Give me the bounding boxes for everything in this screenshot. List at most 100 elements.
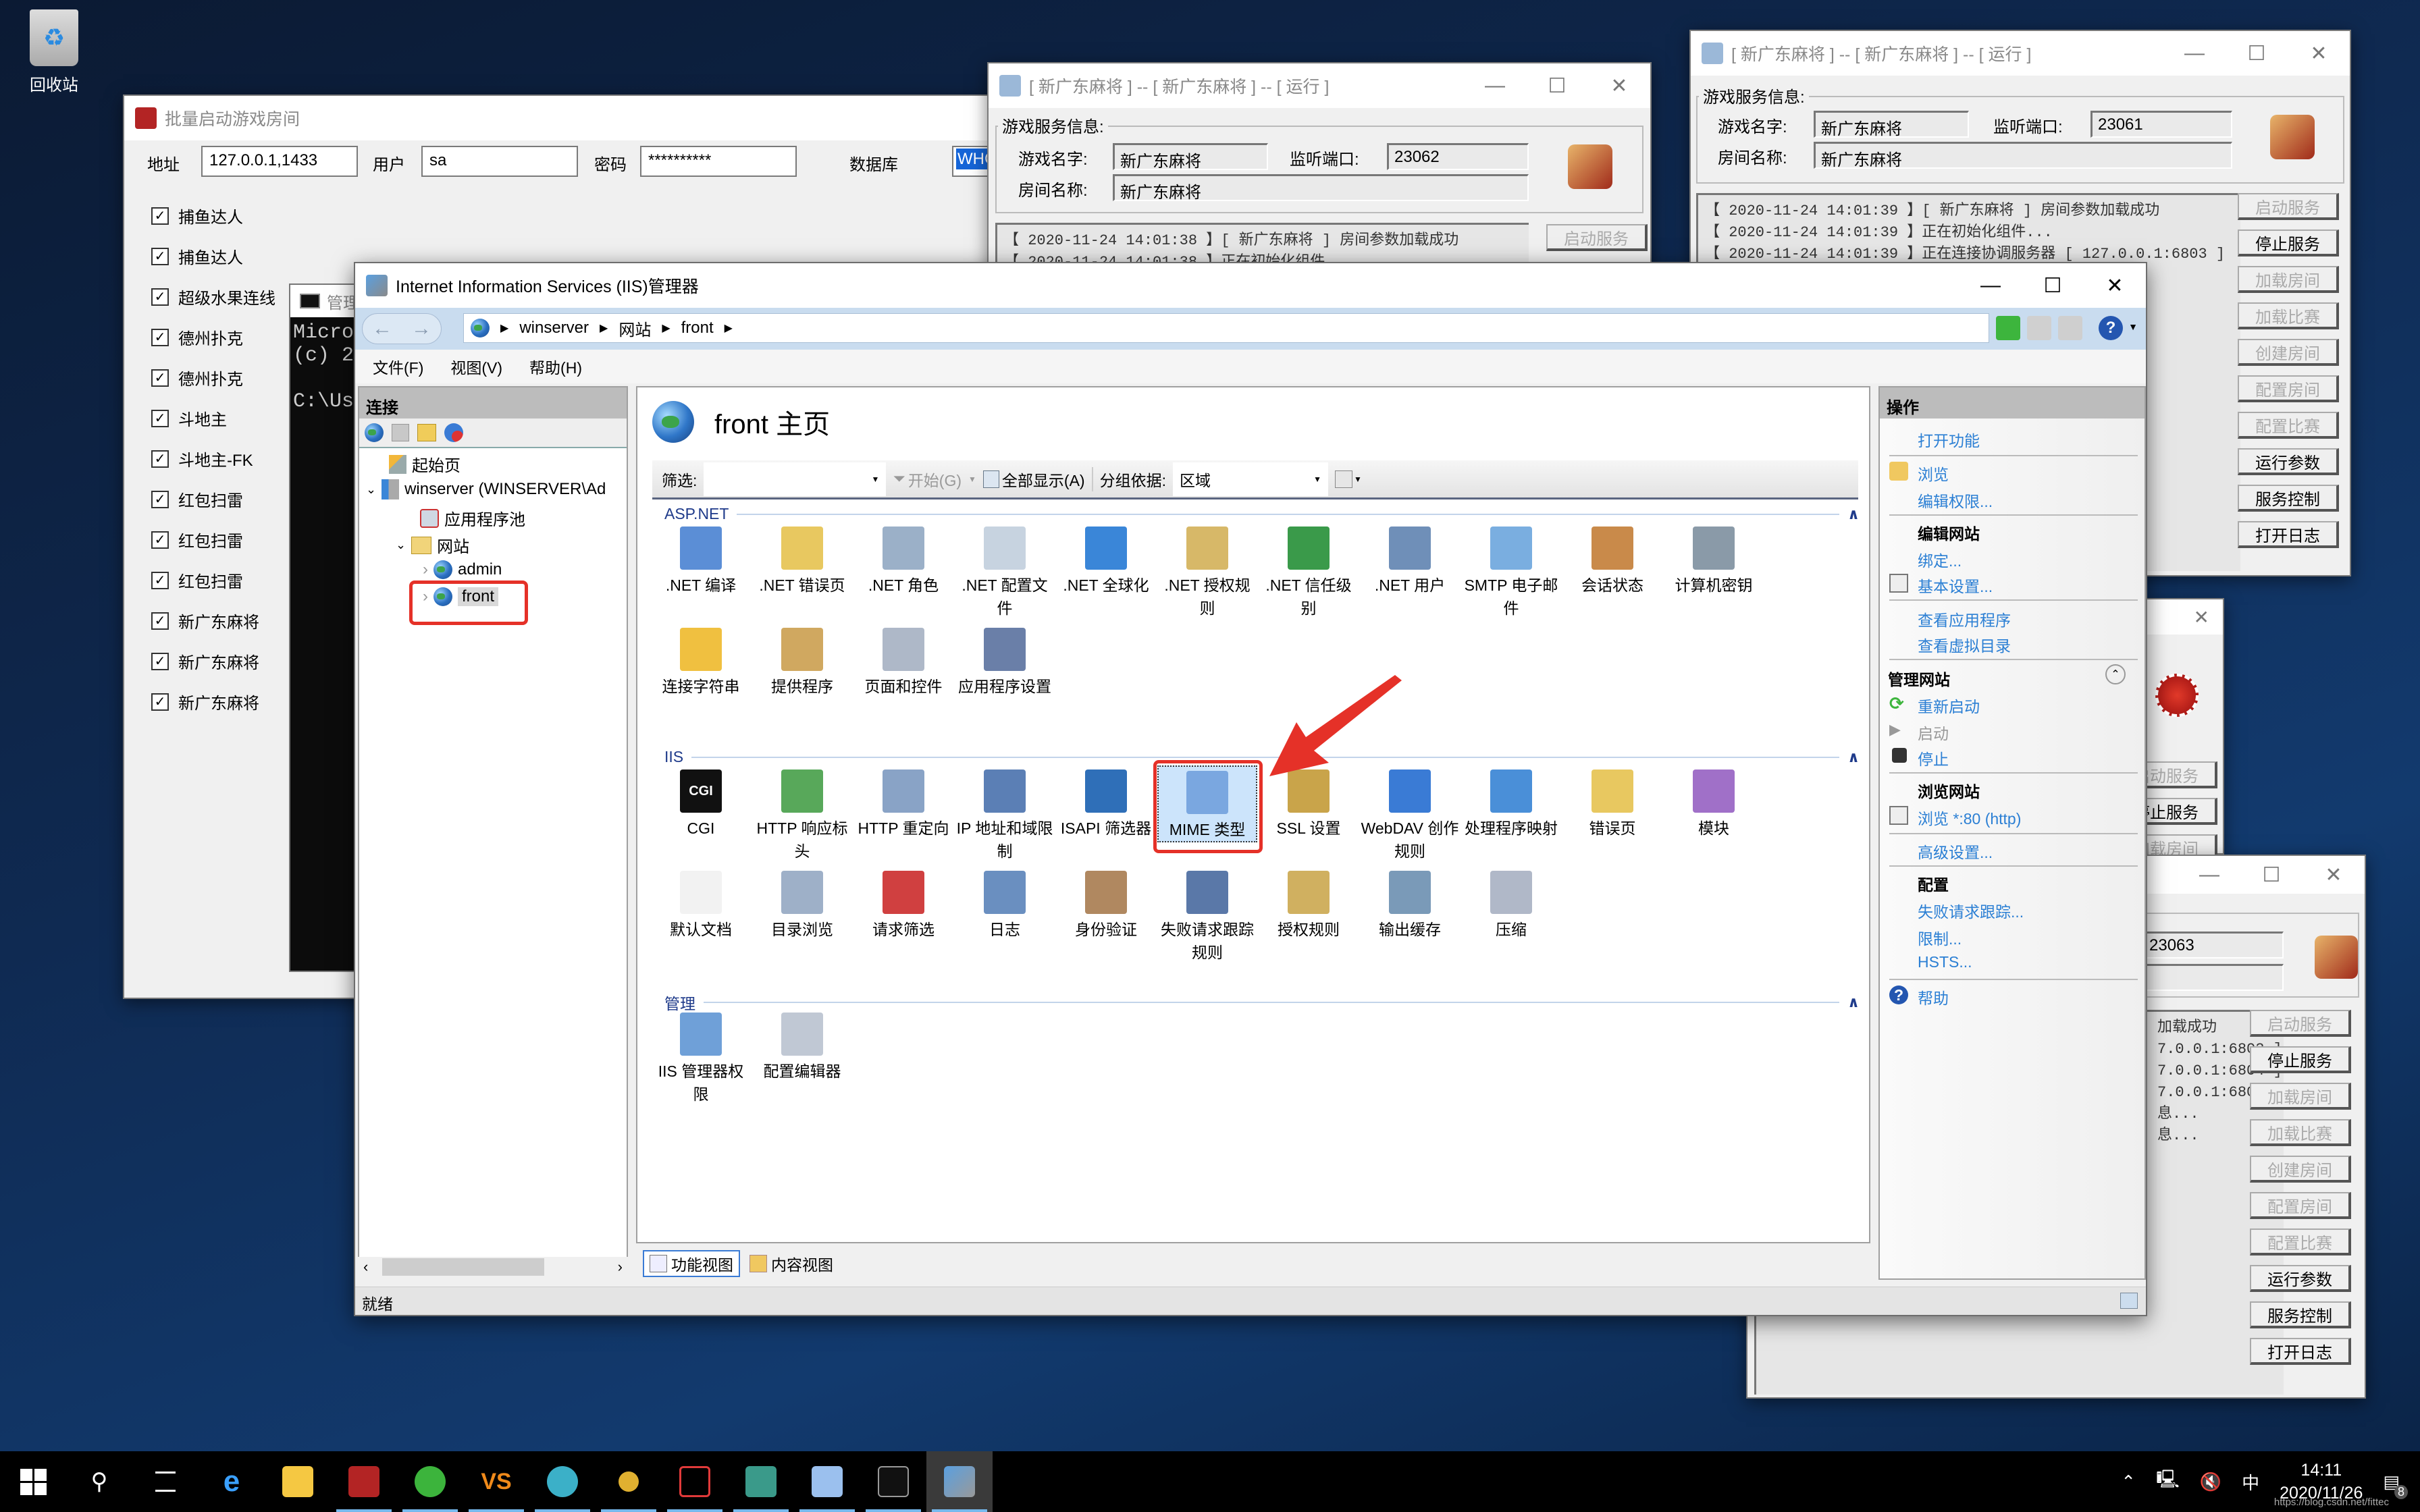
refresh-icon[interactable] — [1996, 316, 2020, 340]
feature-item[interactable]: 身份验证 — [1056, 867, 1156, 941]
action-basic-settings[interactable]: 基本设置... — [1918, 574, 1993, 597]
feature-item[interactable]: SSL 设置 — [1259, 765, 1359, 840]
checkbox-icon[interactable]: ✓ — [151, 490, 169, 508]
user-input[interactable]: sa — [421, 146, 578, 177]
action-start[interactable]: 启动 — [1918, 721, 1949, 744]
close-button[interactable]: ✕ — [2084, 263, 2146, 308]
feature-item[interactable]: 会话状态 — [1562, 522, 1662, 597]
action-stop[interactable]: 停止 — [1918, 747, 1949, 770]
feature-item[interactable]: .NET 配置文件 — [955, 522, 1055, 620]
volume-muted-icon[interactable]: 🔇 — [2200, 1472, 2221, 1492]
feature-item[interactable]: 页面和控件 — [853, 624, 953, 698]
taskbar-cmd[interactable] — [860, 1451, 926, 1512]
taskbar-batch-start[interactable] — [331, 1451, 397, 1512]
feature-item[interactable]: IIS 管理器权限 — [651, 1008, 751, 1106]
chevron-down-icon[interactable]: ⌄ — [366, 483, 376, 497]
service-button[interactable]: 配置房间 — [2250, 1192, 2351, 1219]
recycle-bin[interactable]: ♻ 回收站 — [14, 9, 95, 95]
taskbar-chat[interactable] — [529, 1451, 596, 1512]
checkbox-icon[interactable]: ✓ — [151, 450, 169, 468]
game-checkbox[interactable]: ✓ 新广东麻将 — [151, 690, 259, 713]
action-hsts[interactable]: HSTS... — [1918, 953, 1972, 971]
feature-item[interactable]: .NET 全球化 — [1056, 522, 1156, 597]
feature-item[interactable]: .NET 信任级别 — [1259, 522, 1359, 620]
feature-item[interactable]: CGI CGI — [651, 765, 751, 840]
feature-group-header[interactable]: ASP.NET ∧ — [664, 505, 1860, 523]
service-button[interactable]: 启动服务 — [2238, 193, 2339, 220]
stop-icon[interactable] — [2027, 316, 2051, 340]
service-button[interactable]: 停止服务 — [2250, 1046, 2351, 1073]
game-checkbox[interactable]: ✓ 斗地主-FK — [151, 447, 253, 470]
feature-item[interactable]: 处理程序映射 — [1461, 765, 1561, 840]
service-button[interactable]: 加载比赛 — [2250, 1119, 2351, 1146]
service-button[interactable]: 配置比赛 — [2250, 1228, 2351, 1256]
minimize-button[interactable]: — — [1959, 263, 2022, 308]
service-button[interactable]: 打开日志 — [2250, 1338, 2351, 1365]
game-checkbox[interactable]: ✓ 斗地主 — [151, 406, 227, 430]
feature-item[interactable]: 配置编辑器 — [752, 1008, 852, 1083]
home-icon[interactable] — [2058, 316, 2082, 340]
checkbox-icon[interactable]: ✓ — [151, 531, 169, 549]
feature-item[interactable]: 授权规则 — [1259, 867, 1359, 941]
service-button[interactable]: 运行参数 — [2250, 1265, 2351, 1292]
service-button[interactable]: 运行参数 — [2238, 448, 2339, 475]
scroll-thumb[interactable] — [382, 1258, 544, 1276]
service-button[interactable]: 服务控制 — [2250, 1301, 2351, 1328]
breadcrumb-item[interactable]: 网站 — [619, 317, 651, 340]
menu-help[interactable]: 帮助(H) — [529, 355, 582, 378]
checkbox-icon[interactable]: ✓ — [151, 409, 169, 427]
chevron-down-icon[interactable]: ⌄ — [396, 538, 406, 552]
service-button[interactable]: 配置房间 — [2238, 375, 2339, 402]
maximize-button[interactable]: ☐ — [1526, 63, 1588, 108]
chevron-down-icon[interactable]: ▼ — [2128, 321, 2138, 332]
feature-item[interactable]: 计算机密钥 — [1664, 522, 1764, 597]
checkbox-icon[interactable]: ✓ — [151, 247, 169, 265]
scroll-left-icon[interactable]: ‹ — [363, 1258, 368, 1276]
back-button[interactable]: ← — [372, 317, 392, 340]
action-explore[interactable]: 浏览 — [1918, 462, 1949, 485]
tree-node-app-pools[interactable]: 应用程序池 — [420, 506, 525, 530]
feature-item[interactable]: .NET 错误页 — [752, 522, 852, 597]
tab-content-view[interactable]: 内容视图 — [744, 1250, 839, 1277]
notification-center-button[interactable]: ▤ 8 — [2383, 1472, 2408, 1499]
checkbox-icon[interactable]: ✓ — [151, 571, 169, 589]
service-button[interactable]: 加载房间 — [2250, 1083, 2351, 1110]
menu-view[interactable]: 视图(V) — [450, 355, 502, 378]
chevron-right-icon[interactable]: › — [423, 560, 428, 579]
show-all-button[interactable]: 全部显示(A) — [982, 468, 1085, 491]
tree-node-server[interactable]: ⌄ winserver (WINSERVER\Ad — [366, 479, 606, 500]
feature-item[interactable]: IP 地址和域限制 — [955, 765, 1055, 863]
search-button[interactable]: ⚲ — [66, 1451, 132, 1512]
service-button[interactable]: 打开日志 — [2238, 521, 2339, 548]
feature-item[interactable]: 模块 — [1664, 765, 1764, 840]
feature-item[interactable]: 连接字符串 — [651, 624, 751, 698]
game-checkbox[interactable]: ✓ 红包扫雷 — [151, 528, 243, 551]
collapse-caret-icon[interactable]: ∧ — [1847, 506, 1860, 523]
checkbox-icon[interactable]: ✓ — [151, 612, 169, 630]
taskbar-iis[interactable] — [926, 1451, 993, 1512]
feature-item[interactable]: 应用程序设置 — [955, 624, 1055, 698]
checkbox-icon[interactable]: ✓ — [151, 328, 169, 346]
feature-item[interactable]: 压缩 — [1461, 867, 1561, 941]
save-icon[interactable] — [392, 424, 409, 441]
feature-item[interactable]: 默认文档 — [651, 867, 751, 941]
service-button[interactable]: 加载比赛 — [2238, 302, 2339, 329]
feature-item[interactable]: 日志 — [955, 867, 1055, 941]
feature-item[interactable]: .NET 授权规则 — [1157, 522, 1257, 620]
show-hidden-icons[interactable]: ⌃ — [2121, 1472, 2136, 1492]
up-folder-icon[interactable] — [417, 424, 436, 441]
chevron-down-icon[interactable]: ▼ — [872, 475, 880, 484]
taskbar-file-explorer[interactable] — [265, 1451, 331, 1512]
maximize-button[interactable]: ☐ — [2240, 856, 2303, 894]
network-tray-icon[interactable]: 🖳 — [2156, 1467, 2180, 1496]
action-restart[interactable]: 重新启动 — [1918, 694, 1980, 717]
filter-input[interactable]: ▼ — [704, 462, 887, 496]
password-input[interactable]: ********** — [640, 146, 797, 177]
connect-icon[interactable] — [365, 423, 384, 442]
minimize-button[interactable]: — — [2178, 856, 2240, 894]
feature-item[interactable]: WebDAV 创作规则 — [1360, 765, 1460, 863]
feature-item[interactable]: 错误页 — [1562, 765, 1662, 840]
disconnect-icon[interactable] — [444, 423, 463, 442]
connections-hscrollbar[interactable]: ‹ › — [358, 1257, 628, 1277]
feature-item[interactable]: 目录浏览 — [752, 867, 852, 941]
